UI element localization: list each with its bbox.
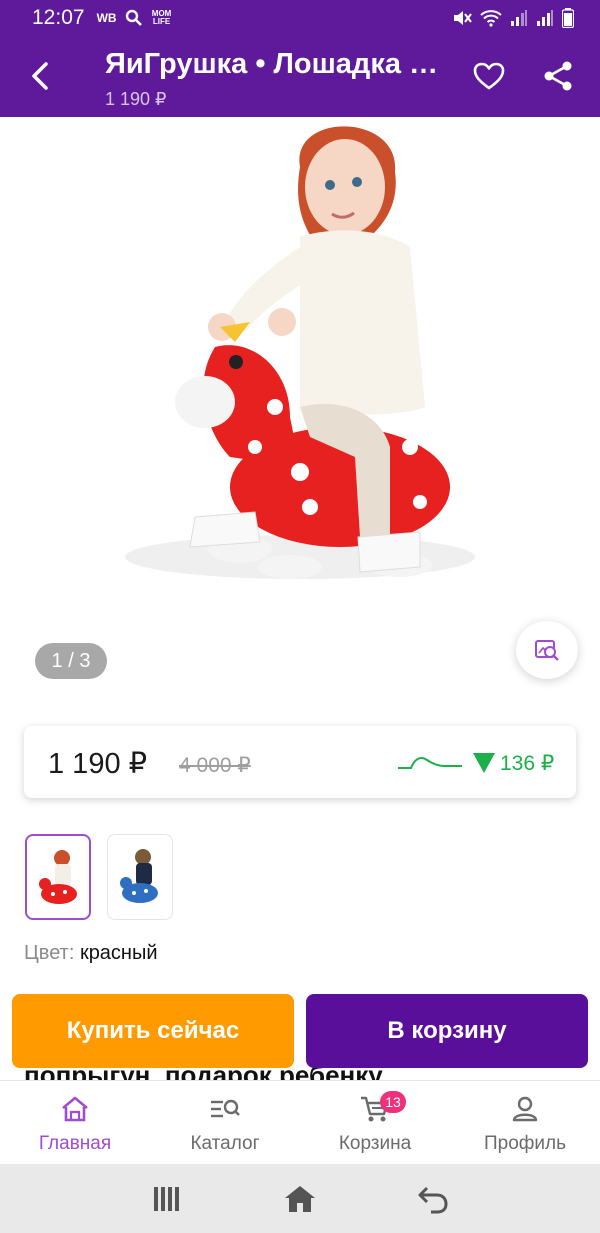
battery-icon: [562, 8, 574, 28]
nav-label-home: Главная: [38, 1133, 112, 1154]
system-back-icon: [418, 1186, 448, 1213]
nav-label-cart: Корзина: [338, 1133, 412, 1154]
back-button[interactable]: [20, 56, 60, 96]
image-search-icon: [535, 640, 559, 661]
wifi-icon: [480, 10, 502, 27]
color-label: Цвет:: [24, 942, 75, 964]
photo-counter: 1 / 3: [35, 643, 107, 679]
heart-icon: [473, 62, 505, 90]
signal-icon-1: [511, 10, 527, 26]
current-price: 1 190 ₽: [48, 748, 148, 780]
system-navigation-bar: [0, 1164, 600, 1233]
product-illustration: [125, 126, 475, 579]
nav-item-cart[interactable]: 13 Корзина: [300, 1081, 450, 1164]
profile-icon: [512, 1096, 538, 1122]
share-button[interactable]: [538, 56, 578, 96]
nav-label-profile: Профиль: [483, 1133, 567, 1154]
chevron-left-icon: [32, 62, 48, 90]
momlife-app-icon: MOM LIFE: [151, 9, 172, 26]
search-notification-icon: [125, 9, 142, 26]
nav-label-catalog: Каталог: [190, 1133, 260, 1154]
favorite-button[interactable]: [469, 56, 509, 96]
buy-now-button[interactable]: Купить сейчас: [12, 994, 294, 1068]
thumbnail-red-image: [39, 850, 77, 904]
app-header: ЯиГрушка • Лошадка прыгун 1 190 ₽: [0, 36, 600, 117]
nav-item-home[interactable]: Главная: [0, 1081, 150, 1164]
thumbnail-blue-image: [120, 849, 158, 903]
nav-item-profile[interactable]: Профиль: [450, 1081, 600, 1164]
bottom-navigation: Главная Каталог 13 Корзина Профиль: [0, 1080, 600, 1164]
recent-apps-icon: [153, 1186, 179, 1211]
home-system-button[interactable]: [270, 1174, 330, 1224]
color-variant: Цвет: красный: [24, 942, 158, 965]
nav-item-catalog[interactable]: Каталог: [150, 1081, 300, 1164]
wb-app-icon: WB: [96, 11, 117, 25]
catalog-icon: [211, 1099, 240, 1118]
signal-icon-2: [537, 10, 553, 26]
price-drop-value: 136 ₽: [500, 752, 555, 775]
old-price: 4 000 ₽: [179, 754, 251, 777]
status-time: 12:07: [32, 6, 85, 29]
status-bar: 12:07 WB MOM LIFE: [0, 0, 600, 36]
color-value: красный: [79, 942, 158, 964]
find-similar-button[interactable]: [516, 621, 578, 679]
header-price: 1 190 ₽: [105, 89, 167, 109]
share-icon: [544, 61, 572, 91]
status-notifications: WB MOM LIFE: [97, 9, 173, 27]
mute-icon: [454, 11, 472, 25]
system-home-icon: [284, 1185, 315, 1212]
recent-apps-button[interactable]: [137, 1174, 197, 1224]
home-icon: [62, 1096, 88, 1122]
back-system-button[interactable]: [403, 1174, 463, 1224]
add-to-cart-button[interactable]: В корзину: [306, 994, 588, 1068]
price-card[interactable]: 1 190 ₽ 4 000 ₽ 136 ₽: [24, 726, 576, 798]
price-history-sparkline: [398, 757, 462, 769]
cart-badge: 13: [380, 1091, 406, 1113]
price-drop-arrow-icon: [473, 753, 495, 773]
thumbnail-red[interactable]: [25, 834, 91, 920]
product-photo[interactable]: [0, 117, 600, 697]
product-title: ЯиГрушка • Лошадка прыгун: [105, 48, 455, 80]
status-indicators: [452, 8, 574, 28]
thumbnail-blue[interactable]: [107, 834, 173, 920]
